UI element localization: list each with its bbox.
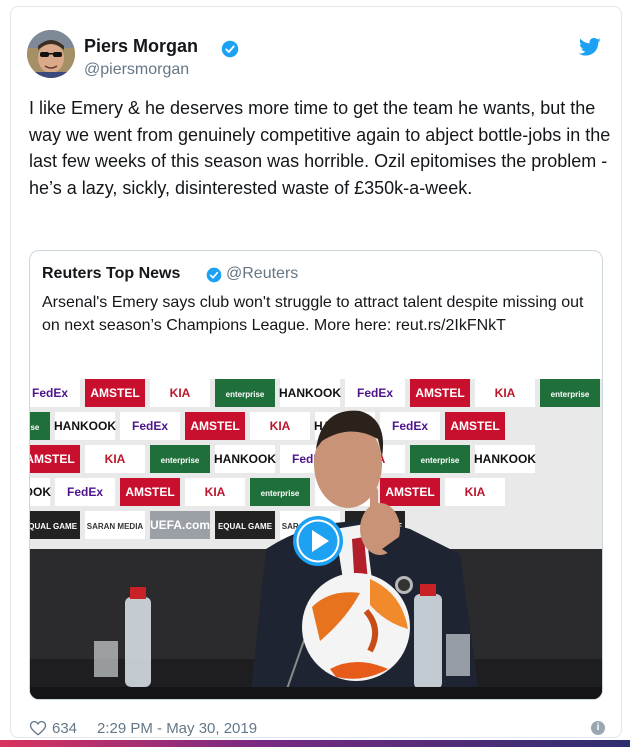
sponsor-label: UEFA.com — [150, 518, 210, 532]
sponsor-label: AMSTEL — [385, 485, 434, 499]
sponsor-label: KIA — [270, 419, 291, 433]
sponsor-label: enterprise — [551, 390, 590, 399]
display-name[interactable]: Piers Morgan — [84, 36, 198, 57]
verified-badge-icon — [206, 267, 222, 283]
sponsor-label: enterprise — [30, 423, 40, 432]
sponsor-label: KIA — [170, 386, 191, 400]
twitter-bird-icon[interactable] — [579, 37, 601, 57]
sponsor-label: SARAN MEDIA — [87, 522, 144, 531]
sponsor-label: KIA — [105, 452, 126, 466]
timestamp[interactable]: 2:29 PM - May 30, 2019 — [97, 720, 257, 737]
sponsor-label: AMSTEL — [125, 485, 174, 499]
bottom-strip — [0, 740, 630, 747]
sponsor-label: KIA — [495, 386, 516, 400]
quoted-text: Arsenal's Emery says club won't struggle… — [42, 294, 584, 334]
sponsor-label: AMSTEL — [450, 419, 499, 433]
heart-icon[interactable] — [29, 719, 47, 737]
quoted-handle[interactable]: @Reuters — [226, 265, 298, 283]
info-icon[interactable]: i — [591, 721, 605, 735]
sponsor-label: FedEx — [132, 419, 168, 433]
verified-badge-icon — [221, 40, 239, 58]
tweet-text: I like Emery & he deserves more time to … — [29, 98, 611, 198]
video-player[interactable]: FedEx AMSTEL KIA enterprise HANKOOK FedEx AMST… — [30, 379, 602, 699]
sponsor-label: EQUAL GAME — [218, 522, 273, 531]
sponsor-label: FedEx — [357, 386, 393, 400]
sponsor-label: FedEx — [67, 485, 103, 499]
sponsor-label: AMSTEL — [90, 386, 139, 400]
sponsor-label: KIA — [205, 485, 226, 499]
sponsor-label: enterprise — [161, 456, 200, 465]
tweet-card: Piers Morgan @piersmorgan I like Emery &… — [10, 6, 622, 738]
sponsor-label: HANKOOK — [30, 485, 51, 499]
quoted-display-name[interactable]: Reuters Top News — [42, 265, 180, 283]
like-count[interactable]: 634 — [52, 720, 77, 737]
sponsor-label: enterprise — [261, 489, 300, 498]
play-icon[interactable] — [292, 515, 344, 567]
sponsor-label: AMSTEL — [415, 386, 464, 400]
sponsor-label: EQUAL GAME — [30, 522, 78, 531]
sponsor-label: enterprise — [226, 390, 265, 399]
sponsor-label: AMSTEL — [190, 419, 239, 433]
handle[interactable]: @piersmorgan — [84, 61, 189, 79]
sponsor-label: FedEx — [32, 386, 68, 400]
sponsor-label: FedEx — [392, 419, 428, 433]
quoted-tweet[interactable]: Reuters Top News @Reuters Arsenal's Emer… — [29, 250, 603, 700]
sponsor-label: enterprise — [421, 456, 460, 465]
sponsor-label: HANKOOK — [54, 419, 116, 433]
sponsor-label: HANKOOK — [279, 386, 341, 400]
sponsor-label: HANKOOK — [474, 452, 536, 466]
avatar[interactable] — [27, 30, 75, 78]
sponsor-label: HANKOOK — [214, 452, 276, 466]
sponsor-label: KIA — [465, 485, 486, 499]
sponsor-label: AMSTEL — [30, 452, 75, 466]
